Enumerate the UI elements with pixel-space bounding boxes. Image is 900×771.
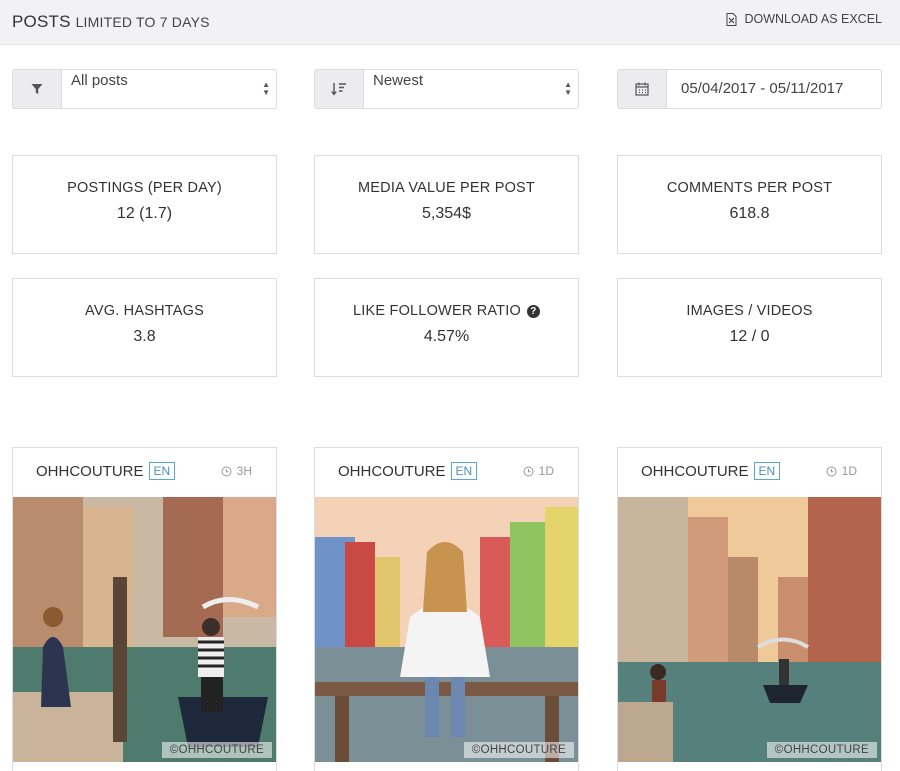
language-badge: EN (148, 462, 176, 480)
stat-media-value: MEDIA VALUE PER POST 5,354$ (314, 155, 579, 254)
post-image[interactable]: ©OHHCOUTURE (315, 497, 578, 762)
post-card-header: OHHCOUTURE EN 1D (618, 448, 881, 497)
post-type-value: All posts (71, 72, 128, 89)
post-username[interactable]: OHHCOUTURE (338, 463, 446, 480)
sort-filter[interactable]: Newest ▲ ▼ (314, 69, 579, 109)
stat-label: LIKE FOLLOWER RATIO (353, 303, 521, 319)
calendar-icon (617, 69, 667, 109)
select-arrows-icon: ▲ ▼ (564, 80, 572, 97)
stat-images-videos: IMAGES / VIDEOS 12 / 0 (617, 278, 882, 377)
stat-label: IMAGES / VIDEOS (686, 303, 813, 319)
photo-credit: ©OHHCOUTURE (161, 742, 272, 758)
stat-label: AVG. HASHTAGS (85, 303, 204, 319)
post-image[interactable]: ©OHHCOUTURE (13, 497, 276, 762)
page-subtitle: LIMITED TO 7 DAYS (75, 14, 210, 30)
stat-value: 618.8 (729, 205, 770, 222)
page-header: POSTS LIMITED TO 7 DAYS DOWNLOAD AS EXCE… (0, 0, 900, 45)
date-range-filter[interactable]: 05/04/2017 - 05/11/2017 (617, 69, 882, 109)
stat-value: 4.57% (423, 328, 470, 345)
sort-value: Newest (373, 72, 424, 89)
help-icon[interactable]: ? (526, 304, 540, 318)
select-arrows-icon: ▲ ▼ (262, 80, 270, 97)
stat-postings: POSTINGS (PER DAY) 12 (1.7) (12, 155, 277, 254)
post-card-header: OHHCOUTURE EN 3H (13, 448, 276, 497)
clock-icon (826, 466, 837, 476)
download-excel-label: DOWNLOAD AS EXCEL (744, 12, 882, 26)
stat-value: 12 (1.7) (116, 205, 173, 222)
stat-hashtags: AVG. HASHTAGS 3.8 (12, 278, 277, 377)
post-age: 1D (538, 464, 554, 478)
post-type-filter[interactable]: All posts ▲ ▼ (12, 69, 277, 109)
venice-colorful-houses-photo (315, 497, 578, 762)
sort-select[interactable]: Newest ▲ ▼ (364, 69, 579, 109)
post-username[interactable]: OHHCOUTURE (36, 463, 144, 480)
stat-value: 12 / 0 (729, 328, 770, 345)
venice-canal-gondola-photo (618, 497, 881, 762)
language-badge: EN (753, 462, 781, 480)
language-badge: EN (450, 462, 478, 480)
clock-icon (221, 466, 232, 476)
photo-credit: ©OHHCOUTURE (463, 742, 574, 758)
download-excel-button[interactable]: DOWNLOAD AS EXCEL (726, 12, 882, 26)
sort-icon (314, 69, 364, 109)
stat-value: 5,354$ (422, 205, 471, 222)
photo-credit: ©OHHCOUTURE (766, 742, 877, 758)
stat-label: MEDIA VALUE PER POST (358, 180, 535, 196)
post-image[interactable]: ©OHHCOUTURE (618, 497, 881, 762)
date-range-value: 05/04/2017 - 05/11/2017 (681, 80, 844, 97)
page-title: POSTS LIMITED TO 7 DAYS (12, 12, 210, 32)
post-card-header: OHHCOUTURE EN 1D (315, 448, 578, 497)
venice-canal-photo (13, 497, 276, 762)
stat-comments: COMMENTS PER POST 618.8 (617, 155, 882, 254)
post-age: 1D (841, 464, 857, 478)
filter-icon (12, 69, 62, 109)
stat-value: 3.8 (133, 328, 156, 345)
clock-icon (523, 466, 534, 476)
post-type-select[interactable]: All posts ▲ ▼ (62, 69, 277, 109)
date-range-input[interactable]: 05/04/2017 - 05/11/2017 (667, 69, 882, 109)
stat-label: POSTINGS (PER DAY) (67, 180, 222, 196)
post-card[interactable]: OHHCOUTURE EN 1D ©OHHCOUTURE (617, 447, 882, 771)
post-username[interactable]: OHHCOUTURE (641, 463, 749, 480)
stat-like-follower-ratio: LIKE FOLLOWER RATIO ? 4.57% (314, 278, 579, 377)
post-card[interactable]: OHHCOUTURE EN 3H ©OHHCOUTURE (12, 447, 277, 771)
stat-label: COMMENTS PER POST (666, 180, 833, 196)
post-card[interactable]: OHHCOUTURE EN 1D ©OHHCOUTURE (314, 447, 579, 771)
post-age: 3H (236, 464, 252, 478)
excel-file-icon (726, 12, 737, 26)
page-title-text: POSTS (12, 12, 71, 31)
